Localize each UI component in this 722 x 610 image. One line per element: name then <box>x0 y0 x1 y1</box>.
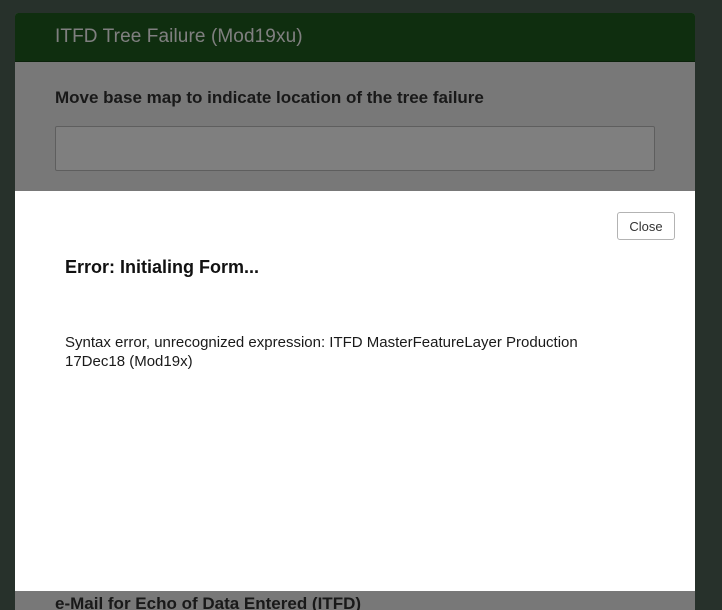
error-message: Syntax error, unrecognized expression: I… <box>65 334 578 370</box>
error-title: Error: Initialing Form... <box>65 257 260 277</box>
error-dialog: Close Error: Initialing Form... Syntax e… <box>15 191 695 591</box>
close-button[interactable]: Close <box>617 212 675 240</box>
